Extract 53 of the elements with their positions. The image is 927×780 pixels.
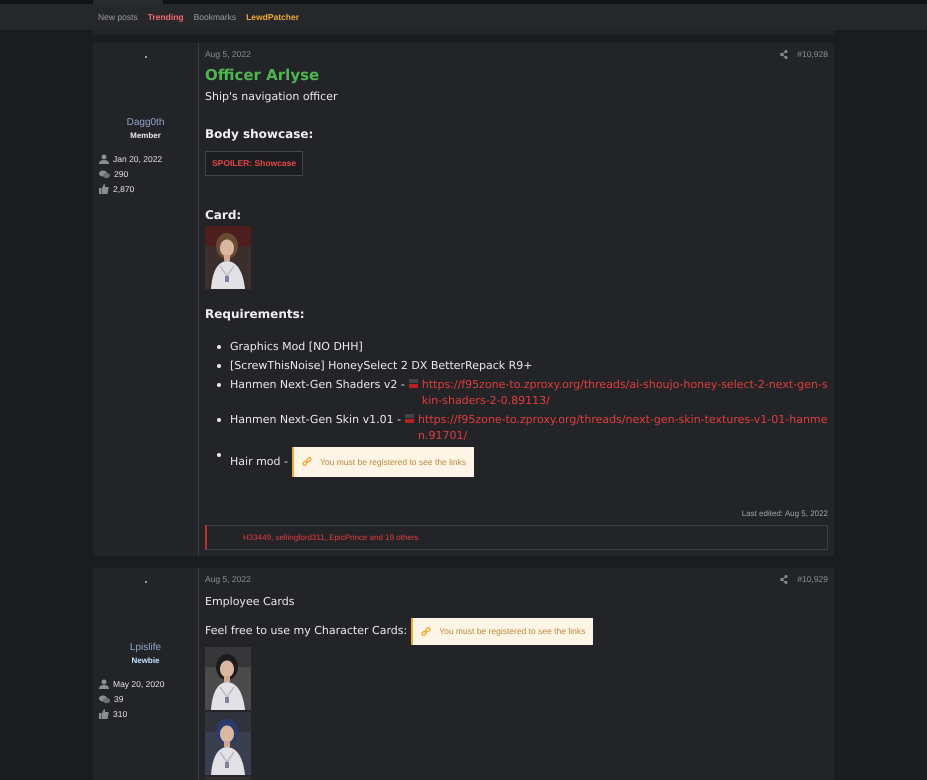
post-number[interactable]: #10,928 xyxy=(797,48,828,61)
username[interactable]: Dagg0th xyxy=(93,115,198,130)
username[interactable]: Lpislife xyxy=(93,640,198,655)
nav-link[interactable]: LewdPatcher xyxy=(246,10,299,24)
comments-icon xyxy=(99,694,110,704)
list-item-text: Hanmen Next-Gen Skin v1.01 - xyxy=(230,412,402,428)
post-text: Employee Cards xyxy=(205,594,294,610)
user-stat: 290 xyxy=(114,168,128,180)
user-icon xyxy=(99,154,109,164)
thumbs-up-icon xyxy=(99,184,109,194)
nav-link[interactable]: Bookmarks xyxy=(194,10,236,24)
list-item-text: Hair mod - xyxy=(230,454,288,470)
site-favicon-icon xyxy=(405,414,414,423)
post-text: Ship's navigation officer xyxy=(205,88,338,105)
login-notice: You must be registered to see the links xyxy=(411,618,594,645)
section-heading: Card: xyxy=(205,207,242,224)
user-stat: 310 xyxy=(113,708,128,720)
user-role: Newbie xyxy=(130,655,160,667)
bullet-icon xyxy=(217,364,221,368)
nav-link[interactable]: Trending xyxy=(148,10,184,24)
post-date: Aug 5, 2022 xyxy=(205,573,251,586)
site-favicon-icon xyxy=(408,379,418,388)
user-stat: 39 xyxy=(114,692,124,706)
user-stat: 2,870 xyxy=(113,182,134,196)
share-icon[interactable] xyxy=(780,50,788,59)
link-icon xyxy=(302,457,312,467)
post-number[interactable]: #10,929 xyxy=(797,573,828,586)
user-role: Member xyxy=(129,130,162,142)
list-item-text: Hanmen Next-Gen Shaders v2 - xyxy=(230,377,405,393)
reactions-list[interactable]: H33449, sellingford311, EpicPrince and 19 others xyxy=(243,532,419,544)
list-item-text: [ScrewThisNoise] HoneySelect 2 DX BetterRepack R9+ xyxy=(230,358,532,374)
user-stat: Jan 20, 2022 xyxy=(113,153,162,166)
section-heading: Requirements: xyxy=(205,306,305,323)
thumbs-up-icon xyxy=(99,708,109,719)
user-stat: May 20, 2020 xyxy=(113,678,165,691)
bullet-icon xyxy=(217,383,221,387)
user-icon xyxy=(99,679,109,690)
bullet-icon xyxy=(217,418,221,422)
comments-icon xyxy=(99,170,110,179)
thread-link[interactable]: https://f95zone-to.zproxy.org/threads/next-gen-skin-textures-v1-01-hanmen.91701/ xyxy=(418,412,828,444)
list-item-text: Graphics Mod [NO DHH] xyxy=(230,339,363,355)
bullet-icon xyxy=(217,345,221,349)
post-date: Aug 5, 2022 xyxy=(205,48,251,61)
spoiler-button[interactable]: SPOILER: Showcase xyxy=(205,151,304,176)
login-notice: You must be registered to see the links xyxy=(292,447,474,477)
post-text: Feel free to use my Character Cards: xyxy=(205,623,408,640)
bullet-icon xyxy=(217,453,221,457)
last-edited: Last edited: Aug 5, 2022 xyxy=(742,508,828,520)
link-icon xyxy=(421,626,432,637)
post-title: Officer Arlyse xyxy=(205,64,320,85)
section-heading: Body showcase: xyxy=(205,126,314,144)
nav-link[interactable]: New posts xyxy=(98,10,138,24)
share-icon[interactable] xyxy=(780,574,788,584)
